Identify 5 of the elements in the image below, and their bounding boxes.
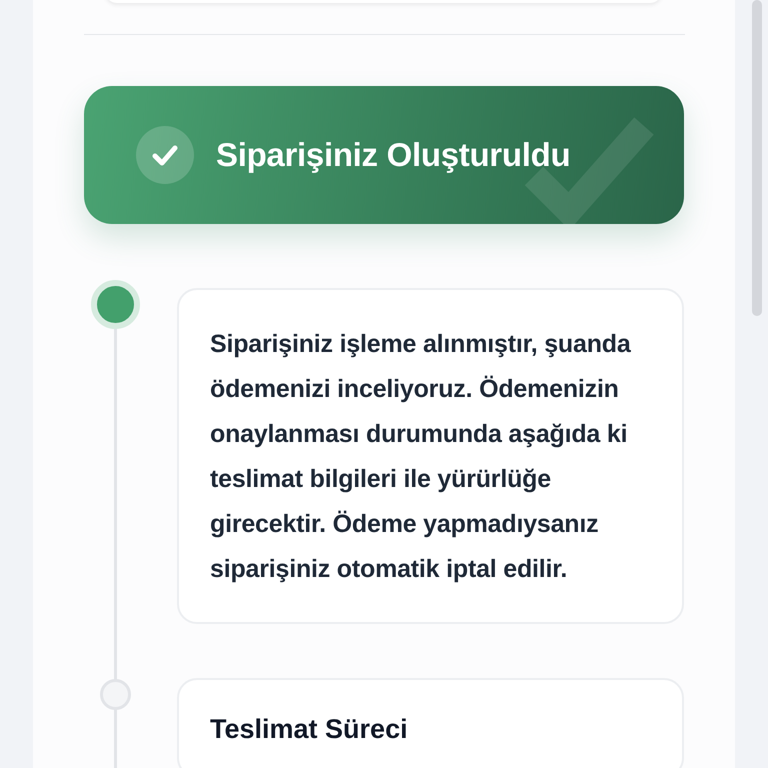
banner-title: Siparişiniz Oluşturuldu xyxy=(216,135,570,176)
order-message: Siparişiniz işleme alınmıştır, şuanda ödemenizi inceliyoruz. Ödemenizin onaylanması durumunda aşağıda ki teslimat bilgileri ile yürürlüğe girecektir. Ödeme yapmadıysanız siparişiniz otomatik iptal edilir. xyxy=(210,329,632,585)
check-icon xyxy=(136,126,194,184)
section-title: Teslimat Süreci xyxy=(210,713,409,746)
scrollbar[interactable] xyxy=(752,0,762,316)
